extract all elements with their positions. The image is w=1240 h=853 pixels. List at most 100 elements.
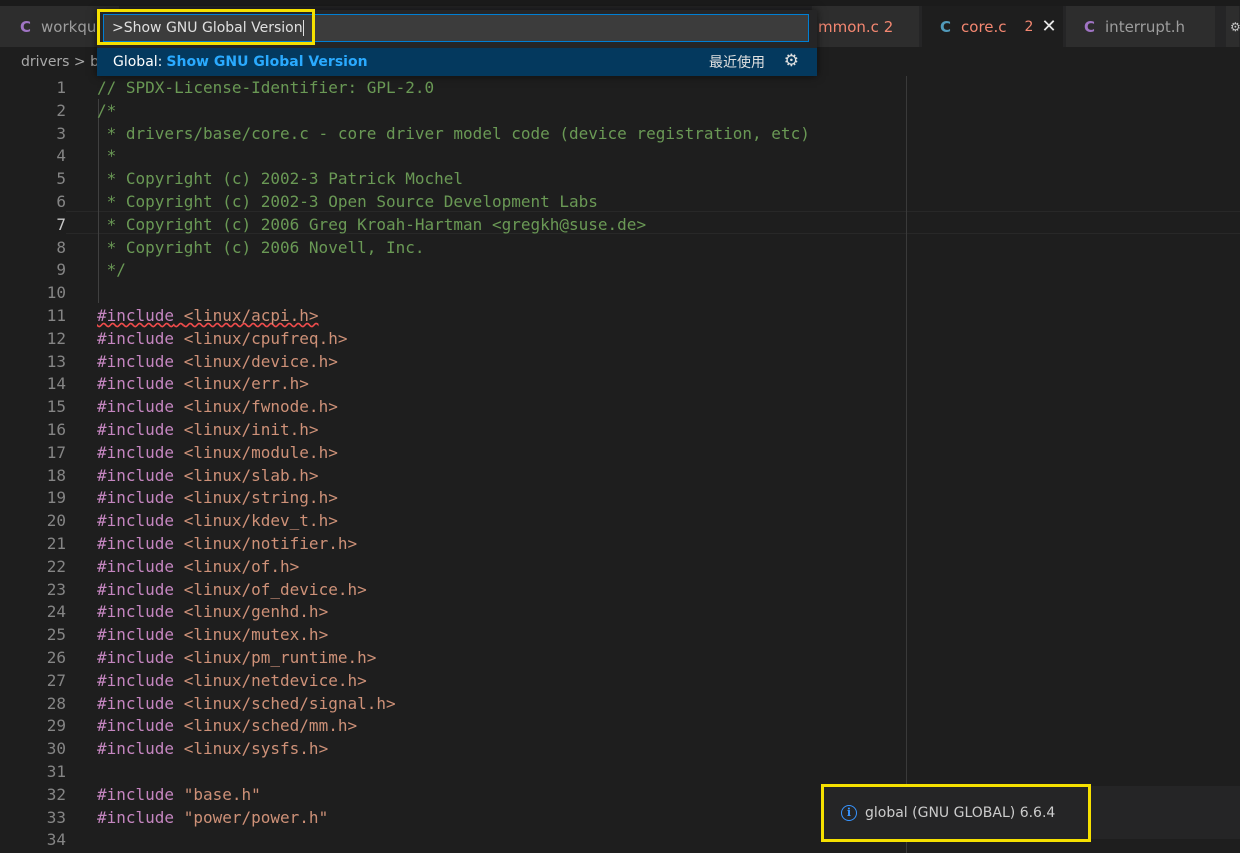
code-token: #include [97,670,175,690]
code-line[interactable]: 31 [0,760,1240,783]
line-number: 25 [46,625,66,645]
code-token: #include [97,556,175,576]
code-text: #include <linux/notifier.h> [97,532,357,555]
code-text: */ [97,258,126,281]
problems-badge: 2 [1024,18,1034,35]
code-text: * Copyright (c) 2006 Greg Kroah-Hartman … [97,213,646,236]
code-text: #include <linux/of_device.h> [97,578,367,601]
gear-icon[interactable]: ⚙ [1230,20,1240,34]
line-number: 14 [46,374,66,394]
code-line[interactable]: 10 [0,281,1240,304]
code-token: <linux/genhd.h> [183,602,329,622]
code-line[interactable]: 3 * drivers/base/core.c - core driver mo… [0,122,1240,145]
palette-item-show-version[interactable]: Global: Show GNU Global Version 最近使用 ⚙ [97,48,817,76]
code-token: #include [97,465,175,485]
line-number: 7 [56,214,66,234]
code-token: <linux/netdevice.h> [183,670,367,690]
line-number: 21 [46,534,66,553]
line-number: 19 [46,488,66,508]
code-line[interactable]: 26 #include <linux/pm_runtime.h> [0,646,1240,669]
code-line[interactable]: 4 * [0,144,1240,167]
line-number: 18 [46,465,66,485]
code-line[interactable]: 25 #include <linux/mutex.h> [0,623,1240,646]
code-line[interactable]: 12 #include <linux/cpufreq.h> [0,327,1240,350]
code-token: #include [97,511,175,531]
code-line[interactable]: 14 #include <linux/err.h> [0,372,1240,395]
code-line[interactable]: 21 #include <linux/notifier.h> [0,532,1240,555]
line-number: 10 [46,283,66,303]
tab-label: core.c [961,17,1007,36]
code-line[interactable]: 15 #include <linux/fwnode.h> [0,395,1240,418]
code-text: #include <linux/init.h> [97,418,319,441]
line-number: 2 [56,100,66,120]
code-line[interactable]: 27 #include <linux/netdevice.h> [0,669,1240,692]
code-line[interactable]: 9 */ [0,258,1240,281]
line-number: 24 [46,602,66,622]
line-number: 20 [46,511,66,531]
gear-icon[interactable]: ⚙ [784,51,799,71]
code-text: * Copyright (c) 2002-3 Open Source Devel… [97,190,598,213]
code-line[interactable]: 6 * Copyright (c) 2002-3 Open Source Dev… [0,190,1240,213]
code-line[interactable]: 16 #include <linux/init.h> [0,418,1240,441]
line-number: 16 [46,420,66,439]
item-label: Show GNU Global Version [166,54,368,70]
code-line[interactable]: 19 #include <linux/string.h> [0,486,1240,509]
code-line[interactable]: 20 #include <linux/kdev_t.h> [0,509,1240,532]
code-line[interactable]: 7 * Copyright (c) 2006 Greg Kroah-Hartma… [0,213,1240,236]
tab-core[interactable]: C core.c 2 ✕ [922,6,1064,47]
breadcrumb-text[interactable]: drivers > b [21,54,99,70]
code-token: #include [97,351,175,371]
code-line[interactable]: 28 #include <linux/sched/signal.h> [0,692,1240,715]
line-number: 15 [46,397,66,417]
line-number: 22 [46,556,66,576]
code-text: #include <linux/fwnode.h> [97,395,338,418]
tab-interrupt[interactable]: C interrupt.h [1066,6,1216,47]
code-token: "power/power.h" [183,807,329,827]
close-icon[interactable]: ✕ [1041,16,1056,37]
code-line[interactable]: 11 #include <linux/acpi.h> [0,304,1240,327]
code-token: <linux/sysfs.h> [183,739,329,759]
code-token: * Copyright (c) 2002-3 Open Source Devel… [97,192,598,211]
code-line[interactable]: 24 #include <linux/genhd.h> [0,600,1240,623]
code-line[interactable]: 2 /* [0,99,1240,122]
code-token: #include [97,328,175,348]
code-text: #include <linux/netdevice.h> [97,669,367,692]
code-text: * Copyright (c) 2002-3 Patrick Mochel [97,167,463,190]
tab-actions[interactable]: ⚙ [1226,6,1240,47]
line-number: 23 [46,579,66,599]
code-line[interactable]: 22 #include <linux/of.h> [0,555,1240,578]
c-file-icon: C [940,17,952,36]
line-number: 8 [56,237,66,257]
code-line[interactable]: 1 // SPDX-License-Identifier: GPL-2.0 [0,76,1240,99]
code-line[interactable]: 23 #include <linux/of_device.h> [0,578,1240,601]
code-line[interactable]: 18 #include <linux/slab.h> [0,464,1240,487]
code-token: #include [97,807,175,827]
code-token: */ [97,260,126,280]
code-token: <linux/sched/mm.h> [183,716,358,736]
line-number: 11 [46,306,66,325]
tab-common[interactable]: mmon.c 2 [812,6,920,47]
code-token: #include [97,693,175,713]
code-line[interactable]: 17 #include <linux/module.h> [0,441,1240,464]
tab-label: mmon.c 2 [818,17,894,36]
line-number: 30 [46,739,66,759]
code-line[interactable]: 13 #include <linux/device.h> [0,350,1240,373]
code-line[interactable]: 29 #include <linux/sched/mm.h> [0,714,1240,737]
code-token: <linux/pm_runtime.h> [183,648,377,667]
code-token: #include [97,397,175,417]
code-line[interactable]: 5 * Copyright (c) 2002-3 Patrick Mochel [0,167,1240,190]
code-line[interactable]: 30 #include <linux/sysfs.h> [0,737,1240,760]
code-token: * [97,146,117,166]
code-line[interactable]: 8 * Copyright (c) 2006 Novell, Inc. [0,236,1240,259]
code-editor[interactable]: 1// SPDX-License-Identifier: GPL-2.0 2/* 3… [0,76,1240,853]
code-token: #include [97,625,175,645]
code-token: #include [97,442,175,462]
